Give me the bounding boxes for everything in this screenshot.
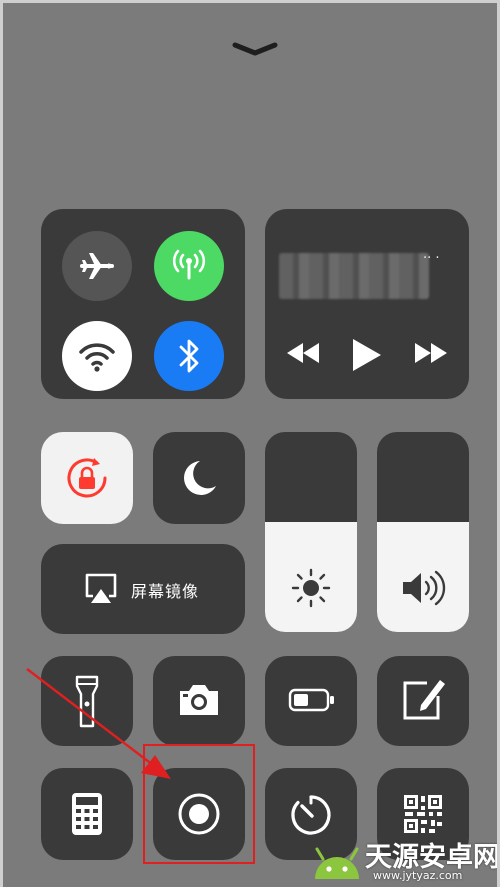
control-center-screen: ·· · 屏幕镜像 天源安卓网 www.jytyaz.com [0,0,500,887]
annotation-arrow [26,668,171,779]
watermark: 天源安卓网 www.jytyaz.com [303,831,497,887]
watermark-url: www.jytyaz.com [373,869,463,882]
android-logo-icon [309,839,365,887]
